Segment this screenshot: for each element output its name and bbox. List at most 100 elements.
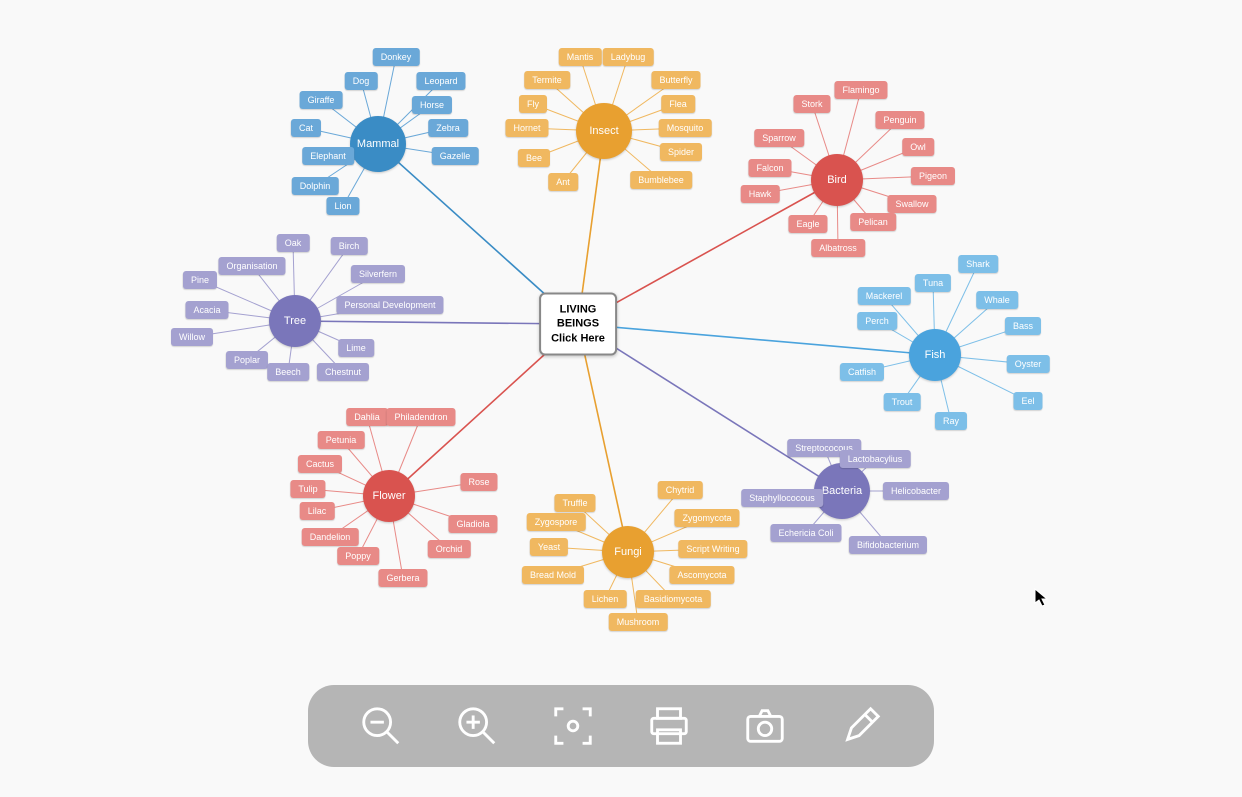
leaf-tree[interactable]: Birch (331, 237, 368, 255)
leaf-flower[interactable]: Orchid (428, 540, 471, 558)
leaf-mammal[interactable]: Cat (291, 119, 321, 137)
leaf-fungi[interactable]: Zygospore (527, 513, 586, 531)
leaf-mammal[interactable]: Dolphin (292, 177, 339, 195)
leaf-mammal[interactable]: Horse (412, 96, 452, 114)
leaf-insect[interactable]: Bee (518, 149, 550, 167)
leaf-tree[interactable]: Willow (171, 328, 213, 346)
leaf-tree[interactable]: Poplar (226, 351, 268, 369)
leaf-bird[interactable]: Hawk (741, 185, 780, 203)
leaf-fungi[interactable]: Bread Mold (522, 566, 584, 584)
leaf-tree[interactable]: Lime (338, 339, 374, 357)
leaf-fungi[interactable]: Yeast (530, 538, 568, 556)
leaf-fungi[interactable]: Truffle (554, 494, 595, 512)
leaf-fungi[interactable]: Lichen (584, 590, 627, 608)
leaf-flower[interactable]: Dahlia (346, 408, 388, 426)
hub-bird[interactable]: Bird (811, 154, 863, 206)
leaf-flower[interactable]: Petunia (318, 431, 365, 449)
leaf-flower[interactable]: Dandelion (302, 528, 359, 546)
leaf-bird[interactable]: Eagle (788, 215, 827, 233)
leaf-flower[interactable]: Gerbera (378, 569, 427, 587)
leaf-mammal[interactable]: Giraffe (300, 91, 343, 109)
leaf-flower[interactable]: Gladiola (448, 515, 497, 533)
leaf-fungi[interactable]: Basidiomycota (636, 590, 711, 608)
leaf-fish[interactable]: Bass (1005, 317, 1041, 335)
diagram-canvas[interactable]: LIVINGBEINGSClick Here Mammal Donkey Leopar… (0, 0, 1242, 797)
leaf-fish[interactable]: Mackerel (858, 287, 911, 305)
leaf-fish[interactable]: Shark (958, 255, 998, 273)
leaf-bird[interactable]: Pigeon (911, 167, 955, 185)
leaf-fish[interactable]: Oyster (1007, 355, 1050, 373)
leaf-insect[interactable]: Bumblebee (630, 171, 692, 189)
leaf-tree[interactable]: Pine (183, 271, 217, 289)
hub-fish[interactable]: Fish (909, 329, 961, 381)
leaf-fish[interactable]: Whale (976, 291, 1018, 309)
hub-flower[interactable]: Flower (363, 470, 415, 522)
leaf-insect[interactable]: Spider (660, 143, 702, 161)
leaf-mammal[interactable]: Leopard (416, 72, 465, 90)
leaf-fungi[interactable]: Ascomycota (669, 566, 734, 584)
leaf-bacteria[interactable]: Bifidobacterium (849, 536, 927, 554)
leaf-bird[interactable]: Penguin (875, 111, 924, 129)
leaf-fish[interactable]: Perch (857, 312, 897, 330)
leaf-mammal[interactable]: Donkey (373, 48, 420, 66)
leaf-mammal[interactable]: Elephant (302, 147, 354, 165)
leaf-bird[interactable]: Stork (793, 95, 830, 113)
hub-tree[interactable]: Tree (269, 295, 321, 347)
leaf-tree[interactable]: Chestnut (317, 363, 369, 381)
leaf-bird[interactable]: Owl (902, 138, 934, 156)
leaf-insect[interactable]: Flea (661, 95, 695, 113)
leaf-flower[interactable]: Philadendron (386, 408, 455, 426)
leaf-mammal[interactable]: Dog (345, 72, 378, 90)
leaf-bird[interactable]: Falcon (748, 159, 791, 177)
leaf-fish[interactable]: Catfish (840, 363, 884, 381)
leaf-flower[interactable]: Lilac (300, 502, 335, 520)
leaf-insect[interactable]: Mosquito (659, 119, 712, 137)
hub-insect[interactable]: Insect (576, 103, 632, 159)
fit-screen-button[interactable] (550, 703, 596, 749)
leaf-tree[interactable]: Personal Development (336, 296, 443, 314)
leaf-flower[interactable]: Cactus (298, 455, 342, 473)
leaf-flower[interactable]: Tulip (290, 480, 325, 498)
leaf-fish[interactable]: Eel (1013, 392, 1042, 410)
leaf-insect[interactable]: Fly (519, 95, 547, 113)
leaf-bird[interactable]: Sparrow (754, 129, 804, 147)
leaf-insect[interactable]: Butterfly (651, 71, 700, 89)
leaf-fungi[interactable]: Script Writing (678, 540, 747, 558)
zoom-in-button[interactable] (454, 703, 500, 749)
leaf-bird[interactable]: Albatross (811, 239, 865, 257)
leaf-bacteria[interactable]: Echericia Coli (770, 524, 841, 542)
leaf-bacteria[interactable]: Lactobacylius (840, 450, 911, 468)
leaf-fungi[interactable]: Chytrid (658, 481, 703, 499)
leaf-insect[interactable]: Ladybug (603, 48, 654, 66)
leaf-bird[interactable]: Swallow (887, 195, 936, 213)
leaf-mammal[interactable]: Lion (326, 197, 359, 215)
center-node[interactable]: LIVINGBEINGSClick Here (539, 293, 617, 356)
leaf-fungi[interactable]: Zygomycota (674, 509, 739, 527)
leaf-insect[interactable]: Termite (524, 71, 570, 89)
leaf-tree[interactable]: Silverfern (351, 265, 405, 283)
leaf-fungi[interactable]: Mushroom (609, 613, 668, 631)
leaf-flower[interactable]: Rose (460, 473, 497, 491)
leaf-insect[interactable]: Mantis (559, 48, 602, 66)
zoom-out-button[interactable] (358, 703, 404, 749)
leaf-flower[interactable]: Poppy (337, 547, 379, 565)
hub-fungi[interactable]: Fungi (602, 526, 654, 578)
hub-mammal[interactable]: Mammal (350, 116, 406, 172)
leaf-insect[interactable]: Ant (548, 173, 578, 191)
edit-button[interactable] (838, 703, 884, 749)
leaf-tree[interactable]: Organisation (218, 257, 285, 275)
leaf-tree[interactable]: Oak (277, 234, 310, 252)
leaf-bird[interactable]: Pelican (850, 213, 896, 231)
leaf-tree[interactable]: Acacia (185, 301, 228, 319)
snapshot-button[interactable] (742, 703, 788, 749)
print-button[interactable] (646, 703, 692, 749)
leaf-mammal[interactable]: Zebra (428, 119, 468, 137)
leaf-tree[interactable]: Beech (267, 363, 309, 381)
leaf-fish[interactable]: Trout (884, 393, 921, 411)
leaf-bird[interactable]: Flamingo (834, 81, 887, 99)
leaf-bacteria[interactable]: Helicobacter (883, 482, 949, 500)
leaf-fish[interactable]: Ray (935, 412, 967, 430)
leaf-insect[interactable]: Hornet (505, 119, 548, 137)
leaf-mammal[interactable]: Gazelle (432, 147, 479, 165)
leaf-bacteria[interactable]: Staphyllococous (741, 489, 823, 507)
